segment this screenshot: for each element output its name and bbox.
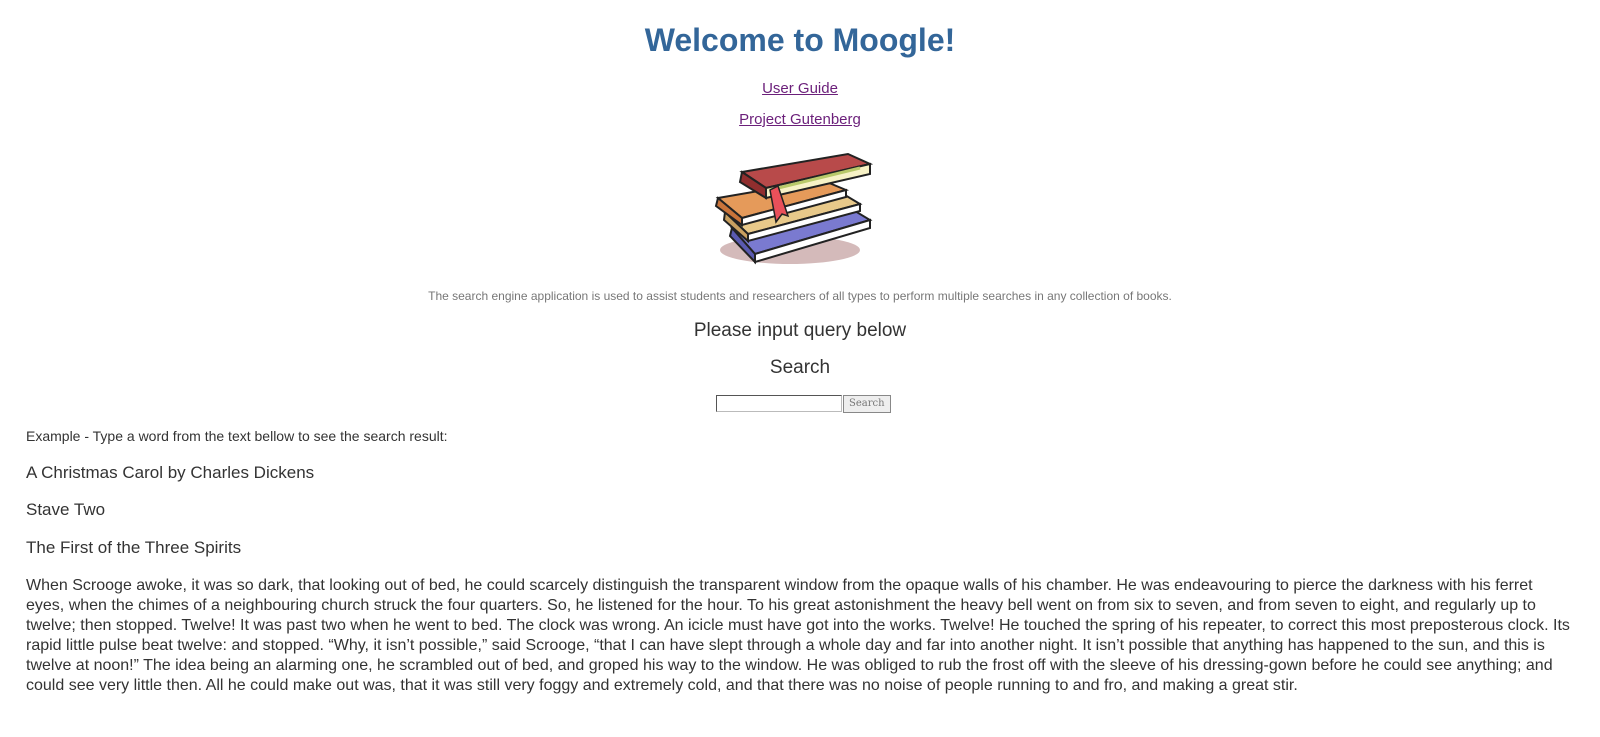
user-guide-link-row: User Guide [0, 80, 1600, 98]
app-description: The search engine application is used to… [428, 289, 1172, 303]
chapter-heading: The First of the Three Spirits [26, 538, 242, 557]
example-instruction: Example - Type a word from the text bell… [26, 428, 448, 444]
search-heading: Search [769, 357, 831, 378]
search-input[interactable] [716, 395, 842, 412]
stack-of-books-icon [710, 150, 900, 278]
user-guide-link[interactable]: User Guide [762, 80, 838, 97]
page-title: Welcome to Moogle! [644, 22, 956, 58]
page: Welcome to Moogle! User Guide Project Gu… [0, 0, 1600, 737]
search-form: Search [716, 394, 891, 413]
query-prompt: Please input query below [693, 320, 907, 341]
project-gutenberg-link[interactable]: Project Gutenberg [739, 111, 861, 128]
example-paragraph: When Scrooge awoke, it was so dark, that… [26, 577, 1570, 694]
book-title: A Christmas Carol by Charles Dickens [26, 463, 315, 482]
stave-heading: Stave Two [26, 500, 106, 519]
project-gutenberg-link-row: Project Gutenberg [0, 111, 1600, 129]
search-button[interactable]: Search [843, 394, 891, 413]
